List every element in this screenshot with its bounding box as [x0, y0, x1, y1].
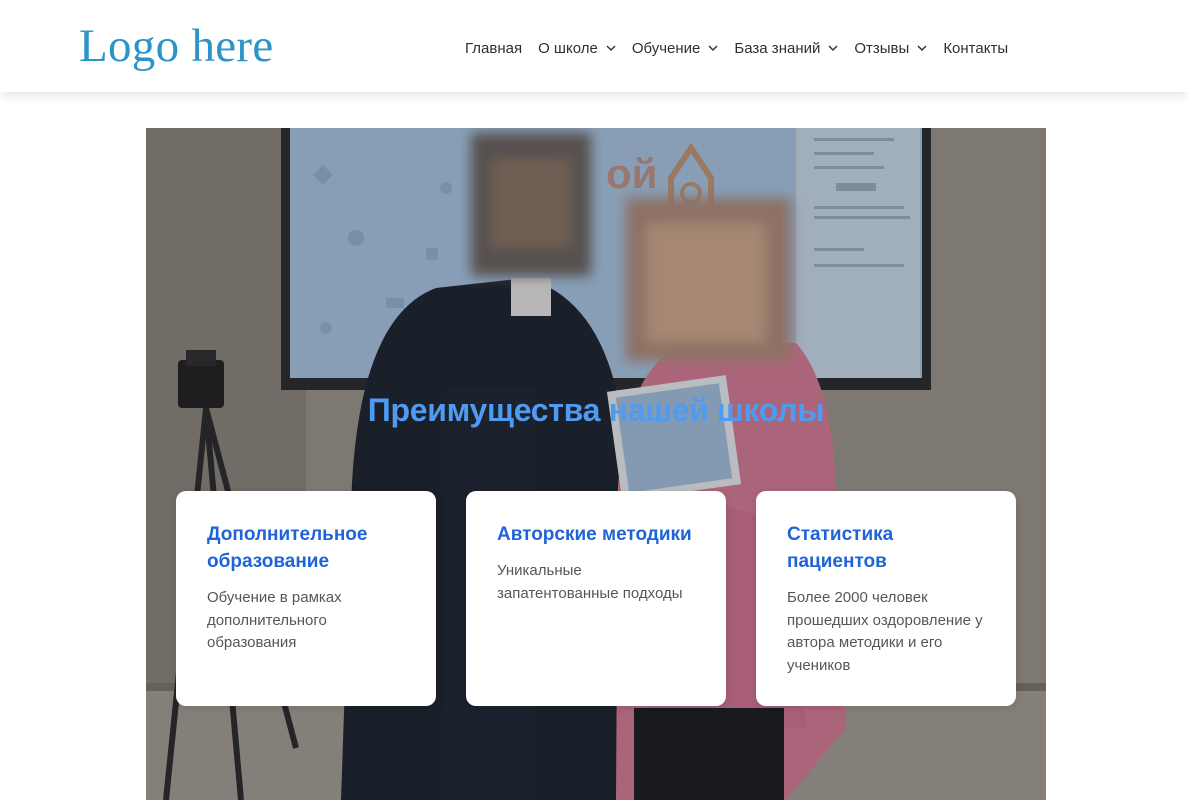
advantages-section: ой Преимущества нашей школы Дополнительн… [146, 128, 1046, 800]
chevron-down-icon [828, 43, 838, 53]
card-title: Авторские методики [497, 524, 692, 545]
advantage-card: Авторские методики Уникальные запатентов… [466, 491, 726, 706]
card-title: Статистика пациентов [787, 524, 894, 572]
chevron-down-icon [606, 43, 616, 53]
nav-item-label: Отзывы [854, 39, 910, 57]
chevron-down-icon [917, 43, 927, 53]
nav-item-label: База знаний [734, 39, 821, 57]
nav-item-reviews[interactable]: Отзывы [854, 40, 927, 57]
card-title: Дополнительное образование [207, 524, 368, 572]
advantage-card: Статистика пациентов Более 2000 человек … [756, 491, 1016, 706]
nav-item-education[interactable]: Обучение [632, 40, 719, 57]
nav-item-label: О школе [538, 39, 598, 57]
section-title: Преимущества нашей школы [367, 392, 825, 428]
nav-item-home[interactable]: Главная [465, 40, 522, 57]
nav-item-contacts[interactable]: Контакты [943, 40, 1008, 57]
nav-item-about[interactable]: О школе [538, 40, 616, 57]
advantages-cards: Дополнительное образование Обучение в ра… [176, 491, 1016, 707]
advantage-card: Дополнительное образование Обучение в ра… [176, 491, 436, 706]
nav-item-label: Обучение [631, 39, 701, 57]
card-text: Более 2000 человек прошедших оздоровлени… [787, 589, 983, 674]
nav-item-label: Главная [465, 39, 523, 57]
main-nav: Главная О школе Обучение База знаний Отз… [465, 36, 1008, 60]
logo[interactable]: Logo here [79, 18, 274, 74]
nav-item-label: Контакты [943, 39, 1009, 57]
chevron-down-icon [708, 43, 718, 53]
nav-item-knowledge-base[interactable]: База знаний [734, 40, 838, 57]
site-header: Logo here Главная О школе Обучение База … [0, 0, 1188, 92]
card-text: Уникальные запатентованные подходы [497, 562, 683, 602]
card-text: Обучение в рамках дополнительного образо… [207, 589, 342, 651]
